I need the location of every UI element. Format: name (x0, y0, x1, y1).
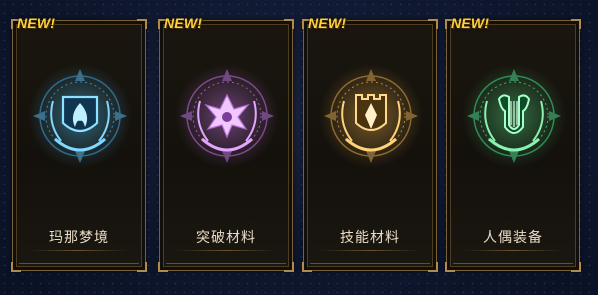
category-card-mana-dream[interactable]: NEW! 玛那梦境 (11, 15, 147, 272)
card-label: 玛那梦境 (49, 230, 109, 246)
frame-corner (158, 262, 168, 272)
new-badge: NEW! (164, 15, 203, 31)
card-label: 突破材料 (196, 230, 256, 246)
new-badge: NEW! (308, 15, 347, 31)
frame-corner (11, 262, 21, 272)
flame-shield-icon (25, 61, 135, 171)
frame-corner (571, 19, 581, 29)
card-label: 人偶装备 (483, 230, 543, 246)
frame-corner (284, 262, 294, 272)
frame-corner (445, 262, 455, 272)
category-card-doll-equipment[interactable]: NEW! 人偶装备 (445, 15, 581, 272)
card-label: 技能材料 (340, 230, 400, 246)
tower-shield-icon (316, 61, 426, 171)
new-badge: NEW! (17, 15, 56, 31)
frame-corner (137, 19, 147, 29)
frame-corner (302, 262, 312, 272)
frame-corner (428, 19, 438, 29)
divider (463, 250, 563, 251)
category-card-skill-materials[interactable]: NEW! 技能材料 (302, 15, 438, 272)
divider (176, 250, 276, 251)
lotus-shield-icon (172, 61, 282, 171)
frame-corner (284, 19, 294, 29)
divider (29, 250, 129, 251)
frame-corner (571, 262, 581, 272)
frame-corner (137, 262, 147, 272)
lyre-shield-icon (459, 61, 569, 171)
new-badge: NEW! (451, 15, 490, 31)
frame-corner (428, 262, 438, 272)
category-card-breakthrough-materials[interactable]: NEW! 突破材料 (158, 15, 294, 272)
divider (320, 250, 420, 251)
